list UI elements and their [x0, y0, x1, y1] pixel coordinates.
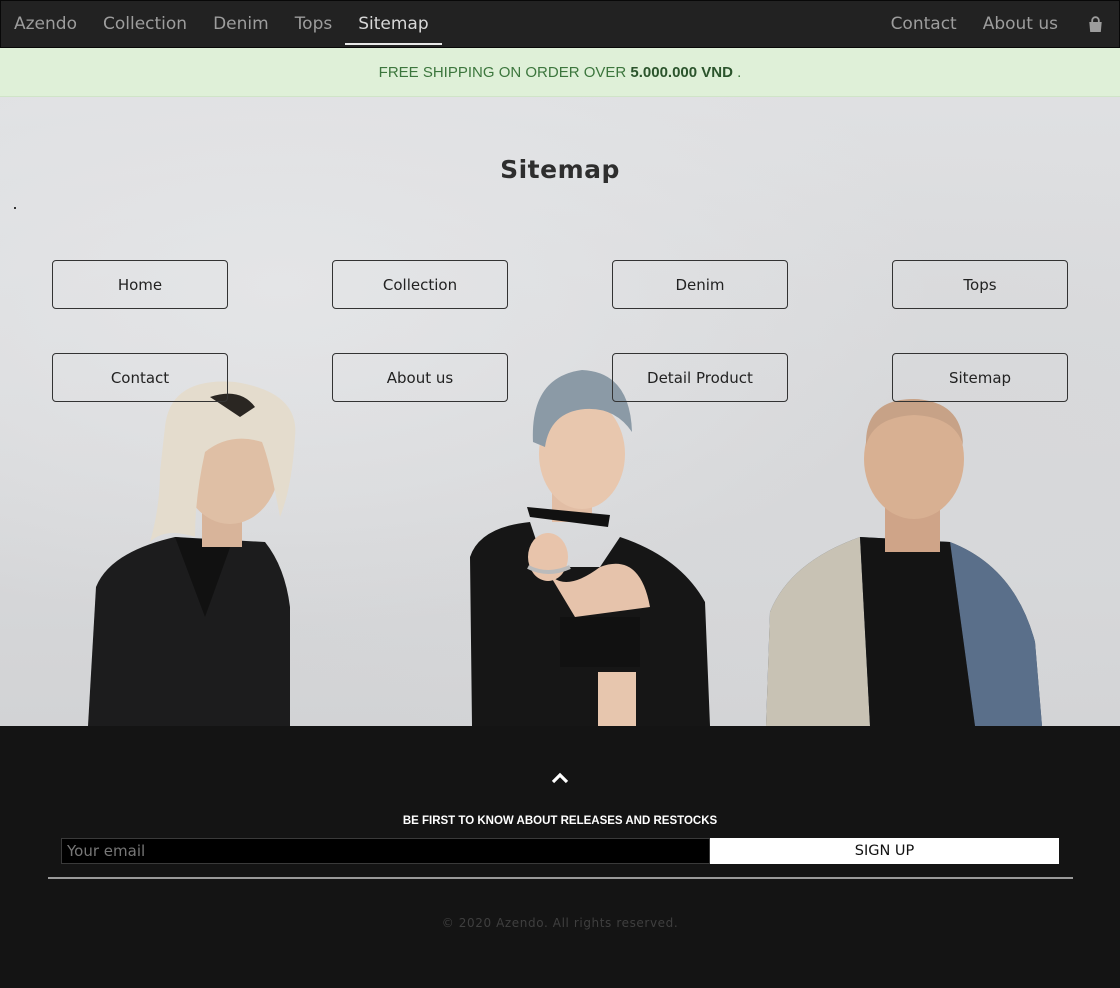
nav-left-group: Azendo Collection Denim Tops Sitemap — [1, 1, 443, 47]
email-field[interactable] — [61, 838, 710, 864]
copyright-text: © 2020 Azendo. All rights reserved. — [441, 916, 679, 930]
nav-link-collection[interactable]: Collection — [90, 1, 200, 47]
nav-link-contact[interactable]: Contact — [878, 1, 970, 47]
model-middle — [470, 370, 710, 726]
sitemap-link-denim[interactable]: Denim — [612, 260, 788, 309]
hero-models-photo — [88, 370, 1042, 726]
brand-logo-link[interactable]: Azendo — [1, 1, 90, 47]
banner-amount: 5.000.000 VND — [630, 63, 733, 81]
sitemap-hero: Sitemap Home Collection Denim Tops Conta… — [0, 97, 1120, 726]
sitemap-link-collection[interactable]: Collection — [332, 260, 508, 309]
chevron-up-icon — [551, 772, 569, 784]
footer-divider — [48, 877, 1073, 879]
stray-dot — [14, 207, 16, 209]
sitemap-link-detail-product[interactable]: Detail Product — [612, 353, 788, 402]
nav-link-denim[interactable]: Denim — [200, 1, 282, 47]
site-footer: BE FIRST TO KNOW ABOUT RELEASES AND REST… — [0, 726, 1120, 988]
model-right — [766, 399, 1042, 726]
banner-text-suffix: . — [732, 63, 742, 81]
nav-link-sitemap[interactable]: Sitemap — [345, 1, 443, 47]
sitemap-link-tops[interactable]: Tops — [892, 260, 1068, 309]
banner-text-prefix: FREE SHIPPING ON ORDER OVER — [378, 63, 631, 81]
sitemap-link-sitemap[interactable]: Sitemap — [892, 353, 1068, 402]
model-left — [88, 381, 296, 726]
sign-up-button[interactable]: SIGN UP — [710, 838, 1059, 864]
nav-link-tops[interactable]: Tops — [282, 1, 346, 47]
sitemap-link-about-us[interactable]: About us — [332, 353, 508, 402]
cart-button[interactable] — [1071, 1, 1119, 47]
free-shipping-banner: FREE SHIPPING ON ORDER OVER 5.000.000 VN… — [0, 48, 1120, 97]
nav-right-group: Contact About us — [878, 1, 1119, 47]
newsletter-heading: BE FIRST TO KNOW ABOUT RELEASES AND REST… — [402, 815, 718, 827]
sitemap-link-contact[interactable]: Contact — [52, 353, 228, 402]
top-navbar: Azendo Collection Denim Tops Sitemap Con… — [0, 0, 1120, 48]
nav-link-about-us[interactable]: About us — [970, 1, 1071, 47]
page-title: Sitemap — [500, 155, 620, 184]
sitemap-link-home[interactable]: Home — [52, 260, 228, 309]
shopping-bag-icon — [1088, 15, 1102, 32]
